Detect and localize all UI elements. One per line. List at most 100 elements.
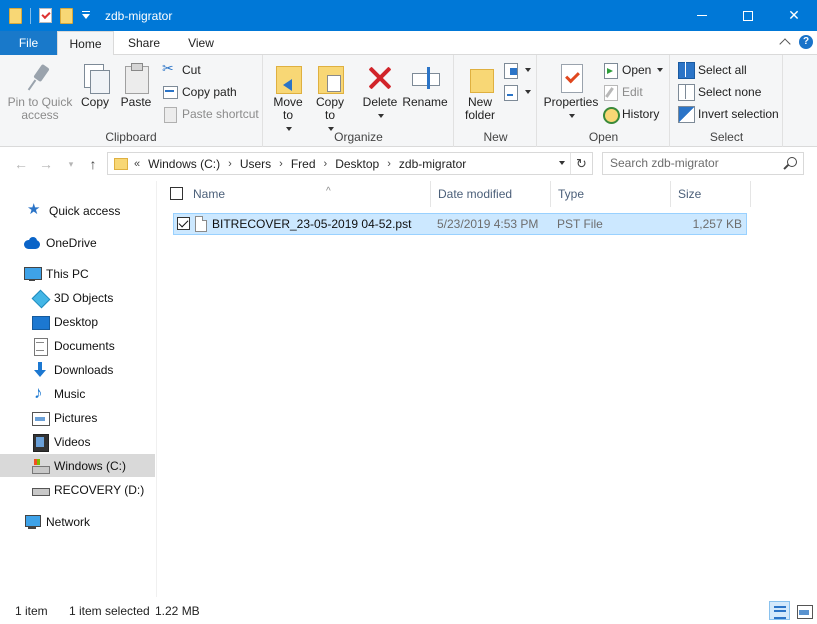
breadcrumb-users[interactable]: Users [240, 157, 271, 171]
sidebar-item-onedrive[interactable]: OneDrive [0, 231, 155, 254]
breadcrumb-windows-c[interactable]: Windows (C:) [148, 157, 220, 171]
rename-button[interactable]: Rename [402, 59, 448, 109]
breadcrumb-separator-icon[interactable]: › [228, 158, 232, 170]
copy-to-button[interactable]: Copy to [310, 59, 350, 135]
sidebar-item-documents[interactable]: Documents [0, 334, 155, 357]
delete-label: Delete [362, 95, 398, 109]
search-icon [787, 157, 797, 167]
select-all-checkbox[interactable] [170, 187, 183, 200]
close-button[interactable]: ✕ [771, 0, 817, 31]
column-header-label: Date modified [438, 187, 513, 201]
select-none-icon [678, 84, 695, 101]
sidebar-item-videos[interactable]: Videos [0, 430, 155, 453]
sidebar-item-network[interactable]: Network [0, 510, 155, 533]
forward-arrow-icon[interactable]: → [37, 155, 55, 173]
clipboard-group: Pin to Quick access Copy Paste Cut Copy … [0, 55, 263, 147]
edit-button[interactable]: Edit [602, 82, 643, 102]
open-button[interactable]: Open [602, 60, 664, 80]
sidebar-item-label: Documents [54, 338, 115, 353]
new-folder-quick-icon[interactable] [60, 7, 73, 24]
collapse-ribbon-icon[interactable] [779, 38, 791, 50]
move-to-button[interactable]: Move to [268, 59, 308, 135]
breadcrumb-fred[interactable]: Fred [291, 157, 316, 171]
column-header-type[interactable]: Type [551, 181, 671, 207]
column-header-date-modified[interactable]: Date modified [431, 181, 551, 207]
copy-path-button[interactable]: Copy path [162, 82, 237, 102]
column-header-label: Size [678, 187, 702, 201]
column-header-size[interactable]: Size [671, 181, 751, 207]
tab-file[interactable]: File [0, 31, 57, 55]
tab-home[interactable]: Home [57, 31, 114, 56]
star-icon [27, 200, 43, 219]
move-to-icon [273, 63, 303, 94]
recent-locations-chevron-icon[interactable]: ▾ [62, 155, 80, 173]
new-item-dropdown-icon [525, 68, 531, 72]
new-item-icon [503, 62, 519, 79]
address-folder-icon [114, 157, 128, 170]
paste-shortcut-button[interactable]: Paste shortcut [162, 104, 259, 124]
copy-label: Copy [80, 95, 109, 109]
breadcrumb-separator-icon[interactable]: › [324, 158, 328, 170]
breadcrumb-separator-icon[interactable]: › [279, 158, 283, 170]
address-history-dropdown-icon[interactable] [559, 161, 565, 165]
easy-access-button[interactable] [503, 82, 531, 102]
invert-selection-button[interactable]: Invert selection [678, 104, 779, 124]
sidebar-item-desktop[interactable]: Desktop [0, 310, 155, 333]
rename-icon [410, 63, 440, 93]
select-all-button[interactable]: Select all [678, 60, 747, 80]
cloud-icon [24, 235, 40, 251]
address-overflow[interactable]: « [134, 158, 140, 170]
breadcrumb-separator-icon[interactable]: › [387, 158, 391, 170]
search-input[interactable]: Search zdb-migrator [602, 152, 804, 175]
paste-button[interactable]: Paste [116, 59, 156, 109]
sidebar-item-label: Network [46, 514, 91, 529]
breadcrumb-zdb-migrator[interactable]: zdb-migrator [399, 157, 466, 171]
delete-icon [365, 63, 395, 93]
maximize-button[interactable] [725, 0, 771, 31]
delete-button[interactable]: Delete [360, 59, 400, 122]
sidebar-item-windows-c[interactable]: Windows (C:) [0, 454, 155, 477]
history-button[interactable]: History [602, 104, 659, 124]
column-header-name[interactable]: Name ^ [186, 181, 431, 207]
column-header-label: Type [558, 187, 585, 201]
address-bar[interactable]: « Windows (C:) › Users › Fred › Desktop … [107, 152, 593, 175]
new-item-button[interactable] [503, 60, 531, 80]
sidebar-item-3d-objects[interactable]: 3D Objects [0, 286, 155, 309]
back-arrow-icon[interactable]: ← [12, 155, 30, 173]
new-folder-button[interactable]: New folder [459, 59, 501, 122]
minimize-button[interactable] [679, 0, 725, 31]
sidebar-item-label: Downloads [54, 362, 114, 377]
breadcrumb-desktop[interactable]: Desktop [335, 157, 379, 171]
cut-button[interactable]: Cut [162, 60, 201, 80]
title-bar: zdb-migrator ✕ [0, 0, 817, 31]
select-none-button[interactable]: Select none [678, 82, 761, 102]
properties-button[interactable]: Properties [542, 59, 600, 122]
file-row[interactable]: BITRECOVER_23-05-2019 04-52.pst 5/23/201… [173, 213, 747, 235]
details-view-icon[interactable] [769, 601, 790, 620]
properties-quick-icon[interactable] [39, 8, 52, 23]
sidebar-item-music[interactable]: Music [0, 382, 155, 405]
tab-view[interactable]: View [174, 31, 228, 55]
refresh-icon[interactable]: ↻ [570, 153, 592, 174]
sidebar-item-recovery-d[interactable]: RECOVERY (D:) [0, 478, 155, 501]
tab-share[interactable]: Share [114, 31, 174, 55]
computer-icon [24, 266, 42, 282]
sidebar-item-quick-access[interactable]: Quick access [0, 199, 155, 222]
sidebar-item-pictures[interactable]: Pictures [0, 406, 155, 429]
row-checkbox[interactable] [177, 217, 190, 230]
selected-size: 1.22 MB [155, 604, 200, 618]
sidebar-item-downloads[interactable]: Downloads [0, 358, 155, 381]
customize-qat-dropdown-icon[interactable] [81, 10, 91, 21]
sidebar-item-label: Pictures [54, 410, 98, 425]
help-icon[interactable]: ? [799, 35, 813, 49]
open-label: Open [622, 63, 652, 77]
file-name: BITRECOVER_23-05-2019 04-52.pst [212, 217, 412, 231]
copy-button[interactable]: Copy [76, 59, 114, 109]
sidebar-item-this-pc[interactable]: This PC [0, 262, 155, 285]
pin-to-quick-access-button[interactable]: Pin to Quick access [4, 59, 76, 122]
hard-drive-icon [32, 458, 50, 474]
film-icon [32, 433, 49, 452]
large-icons-view-icon[interactable] [793, 601, 814, 620]
sidebar-item-label: Quick access [49, 203, 121, 218]
up-arrow-icon[interactable]: ↑ [84, 155, 102, 173]
